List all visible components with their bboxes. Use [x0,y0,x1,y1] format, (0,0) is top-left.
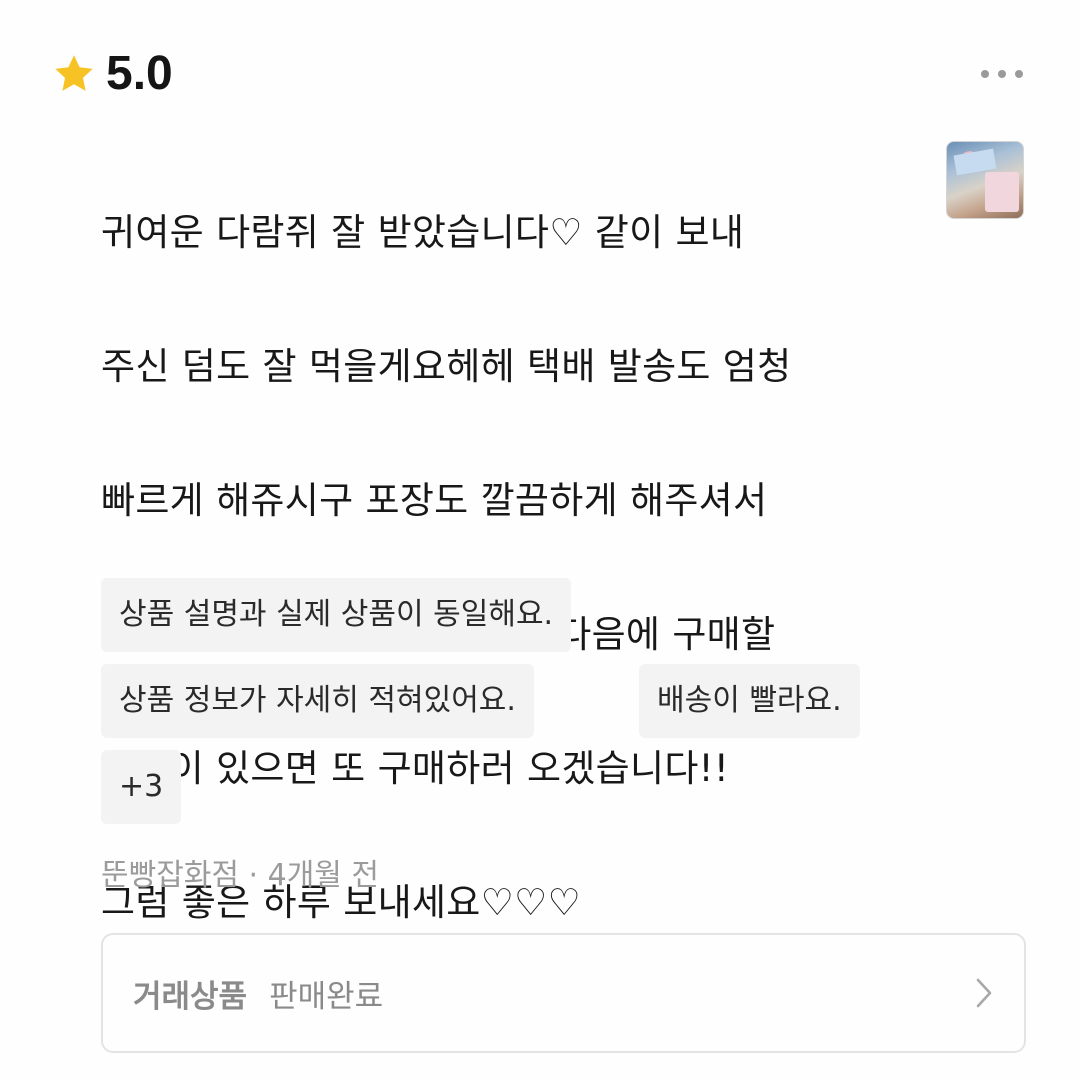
author-name[interactable]: 뚠빵잡화점 [101,858,239,893]
review-photo-thumbnail[interactable] [946,141,1024,219]
review-line: 귀여운 다람쥐 잘 받았습니다♡ 같이 보내 [101,211,745,254]
review-line: 물건이 있으면 또 구매하러 오겠습니다!! [101,747,729,790]
review-meta: 뚠빵잡화점 · 4개월 전 [101,856,379,896]
traded-item-link[interactable]: 거래상품 판매완료 [101,933,1026,1053]
review-line: 빠르게 해쥬시구 포장도 깔끔하게 해주셔서 [101,479,768,522]
more-horizontal-icon [981,70,989,78]
more-tags-button[interactable]: +3 [101,750,182,824]
review-time: 4개월 전 [267,858,380,893]
rating-value: 5.0 [106,47,173,100]
more-options-button[interactable] [970,58,1034,90]
review-tag[interactable]: 상품 정보가 자세히 적혀있어요. [101,664,534,738]
rating: 5.0 [52,46,173,102]
review-tag[interactable]: 배송이 빨라요. [639,664,860,738]
trade-status: 판매완료 [269,978,384,1015]
review-tag[interactable]: 상품 설명과 실제 상품이 동일해요. [101,578,572,652]
review-card: 5.0 귀여운 다람쥐 잘 받았습니다♡ 같이 보내 주신 덤도 잘 먹을게요헤… [0,0,1080,1080]
chevron-right-icon [976,978,992,1008]
meta-separator: · [239,858,268,893]
star-icon [55,55,93,91]
trade-label: 거래상품 [133,978,248,1015]
review-line: 주신 덤도 잘 먹을게요헤헤 택배 발송도 엄청 [101,345,792,388]
